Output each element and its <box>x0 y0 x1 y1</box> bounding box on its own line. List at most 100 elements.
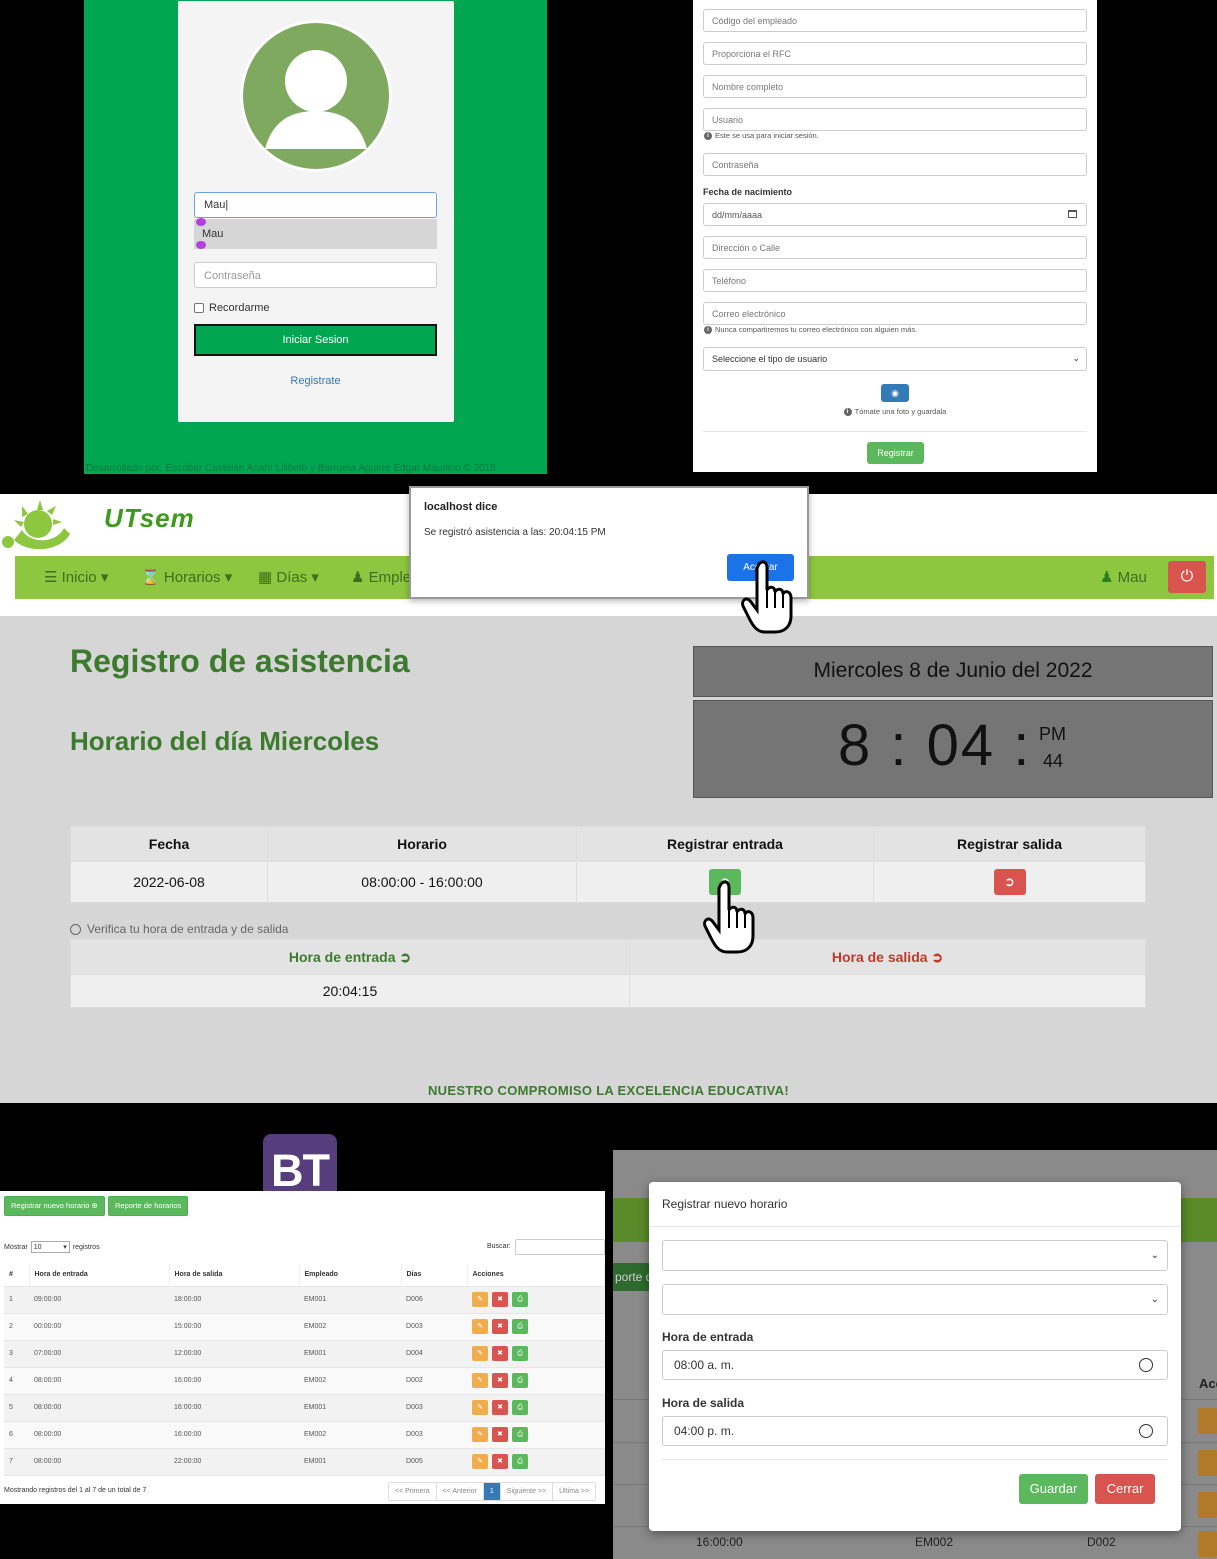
col-salida: Registrar salida <box>873 826 1146 862</box>
print-button[interactable]: ⎙ <box>512 1400 528 1415</box>
delete-button[interactable]: ✖ <box>492 1292 508 1307</box>
col-entry[interactable]: Hora de entrada <box>29 1264 170 1287</box>
nav-horarios[interactable]: ⌛ Horarios ▾ <box>141 568 232 586</box>
fullname-input[interactable]: Nombre completo <box>703 75 1087 98</box>
col-days[interactable]: Dias <box>401 1264 468 1287</box>
col-exit[interactable]: Hora de salida <box>169 1264 300 1287</box>
page-length-control: Mostrar 10 ▾ registros <box>4 1241 100 1253</box>
print-button[interactable]: ⎙ <box>512 1292 528 1307</box>
nav-inicio[interactable]: ☰ Inicio ▾ <box>44 568 108 586</box>
col-num[interactable]: # <box>4 1264 30 1287</box>
chameleon-logo-icon <box>0 494 72 561</box>
background-cell: 16:00:00 <box>696 1535 743 1549</box>
print-button[interactable]: ⎙ <box>512 1319 528 1334</box>
brand-name[interactable]: UTsem <box>104 503 195 534</box>
page-length-select[interactable]: 10 ▾ <box>30 1241 70 1253</box>
nav-dias[interactable]: ▦ Días ▾ <box>258 568 319 586</box>
page-first[interactable]: << Primera <box>389 1483 437 1500</box>
username-input[interactable]: Mau| <box>194 192 437 218</box>
clock-icon[interactable] <box>1139 1358 1153 1372</box>
entry-time-input[interactable]: 08:00 a. m. <box>662 1350 1168 1380</box>
exit-time-input[interactable]: 04:00 p. m. <box>662 1416 1168 1446</box>
schedule-report-button[interactable]: Reporte de horarios <box>108 1196 189 1216</box>
calendar-icon: ▦ <box>258 569 273 586</box>
actions-cell: ✎ ✖ ⎙ <box>467 1313 605 1341</box>
delete-button[interactable]: ✖ <box>492 1373 508 1388</box>
search-input[interactable] <box>515 1239 605 1255</box>
user-avatar-icon <box>240 20 392 172</box>
page-last[interactable]: Última >> <box>553 1483 595 1500</box>
background-edit-button <box>1198 1408 1217 1434</box>
entry-hour-value: 20:04:15 <box>70 974 630 1008</box>
edit-button[interactable]: ✎ <box>472 1319 488 1334</box>
clock-seconds: 44 <box>1043 751 1064 771</box>
rfc-input[interactable]: Proporciona el RFC <box>703 42 1087 65</box>
remember-me-checkbox[interactable]: Recordarme <box>194 302 270 314</box>
edit-button[interactable]: ✎ <box>472 1346 488 1361</box>
password-input[interactable]: Contraseña <box>194 262 437 288</box>
day-select[interactable]: ⌄ <box>662 1284 1168 1315</box>
edit-button[interactable]: ✎ <box>472 1400 488 1415</box>
edit-icon: ✎ <box>477 1458 483 1465</box>
page-next[interactable]: Siguiente >> <box>501 1483 554 1500</box>
user-icon: ♟ <box>351 569 365 586</box>
user-type-select[interactable]: Seleccione el tipo de usuario ⌄ <box>703 347 1087 371</box>
edit-button[interactable]: ✎ <box>472 1427 488 1442</box>
email-input[interactable]: Correo electrónico <box>703 302 1087 325</box>
phone-input[interactable]: Teléfono <box>703 269 1087 292</box>
register-exit-button[interactable]: ➲ <box>993 869 1026 895</box>
delete-button[interactable]: ✖ <box>492 1400 508 1415</box>
edit-icon: ✎ <box>477 1350 483 1357</box>
employee-select[interactable]: ⌄ <box>662 1240 1168 1271</box>
delete-button[interactable]: ✖ <box>492 1346 508 1361</box>
table-cell: EM001 <box>299 1448 401 1476</box>
delete-button[interactable]: ✖ <box>492 1319 508 1334</box>
trash-icon: ✖ <box>497 1296 503 1303</box>
actions-cell: ✎ ✖ ⎙ <box>467 1340 605 1368</box>
address-input[interactable]: Dirección o Calle <box>703 236 1087 259</box>
save-button[interactable]: Guardar <box>1019 1474 1088 1504</box>
print-button[interactable]: ⎙ <box>512 1427 528 1442</box>
clock-icon[interactable] <box>1139 1424 1153 1438</box>
logout-button[interactable]: ⏻ <box>1168 561 1206 593</box>
email-help: i Nunca compartiremos tu correo electróni… <box>704 325 917 334</box>
register-link[interactable]: Registrate <box>194 375 437 387</box>
table-cell: 08:00:00 <box>29 1394 169 1422</box>
delete-button[interactable]: ✖ <box>492 1427 508 1442</box>
hours-header-row: Hora de entrada ➲ Hora de salida ➲ <box>70 939 1146 975</box>
calendar-icon[interactable] <box>1068 210 1077 218</box>
print-button[interactable]: ⎙ <box>512 1346 528 1361</box>
nav-empleados[interactable]: ♟ Emple <box>351 568 411 586</box>
autofill-suggestion[interactable]: Mau <box>194 219 437 249</box>
info-icon: i <box>704 131 712 140</box>
chevron-down-icon: ▾ <box>63 1244 67 1251</box>
login-button[interactable]: Iniciar Sesion <box>194 324 437 356</box>
camera-button[interactable]: ◉ <box>881 384 909 402</box>
nav-user[interactable]: ♟ Mau <box>1100 568 1147 586</box>
checkbox-box[interactable] <box>194 303 204 313</box>
divider <box>650 1226 1180 1227</box>
page-current[interactable]: 1 <box>483 1483 501 1500</box>
divider <box>662 1459 1168 1460</box>
register-submit-button[interactable]: Registrar <box>867 442 924 464</box>
print-button[interactable]: ⎙ <box>512 1454 528 1469</box>
table-cell: EM002 <box>299 1421 401 1449</box>
col-employee[interactable]: Empleado <box>299 1264 402 1287</box>
edit-button[interactable]: ✎ <box>472 1373 488 1388</box>
username-reg-input[interactable]: Usuario <box>703 108 1087 131</box>
password-reg-input[interactable]: Contraseña <box>703 153 1087 176</box>
employee-code-input[interactable]: Código del empleado <box>703 9 1087 32</box>
autofill-marker-icon <box>196 241 206 249</box>
trash-icon: ✖ <box>497 1377 503 1384</box>
dob-input[interactable]: dd/mm/aaaa <box>703 203 1087 226</box>
edit-button[interactable]: ✎ <box>472 1292 488 1307</box>
print-button[interactable]: ⎙ <box>512 1373 528 1388</box>
delete-button[interactable]: ✖ <box>492 1454 508 1469</box>
new-schedule-button[interactable]: Registrar nuevo horario ⊕ <box>4 1196 105 1216</box>
page-prev[interactable]: << Anterior <box>437 1483 484 1500</box>
chevron-down-icon: ⌄ <box>1072 353 1080 363</box>
table-cell: 5 <box>4 1394 29 1422</box>
close-button[interactable]: Cerrar <box>1095 1474 1155 1504</box>
edit-button[interactable]: ✎ <box>472 1454 488 1469</box>
trash-icon: ✖ <box>497 1404 503 1411</box>
